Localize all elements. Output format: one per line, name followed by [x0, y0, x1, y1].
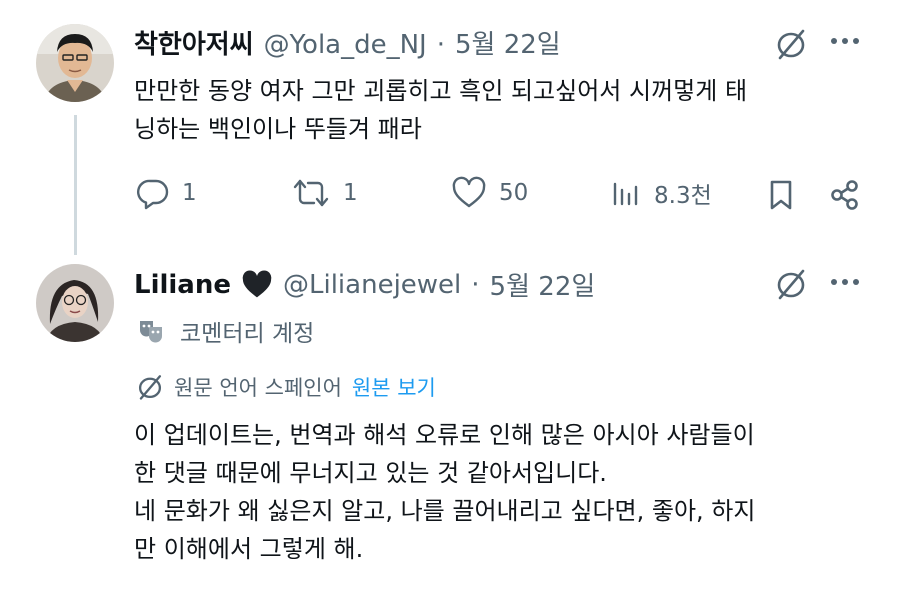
separator: · [436, 30, 445, 60]
tweet1-text-line1: 만만한 동양 여자 그만 괴롭히고 흑인 되고싶어서 시꺼멓게 태 [134, 77, 748, 105]
separator: · [471, 269, 480, 300]
avatar-yola[interactable] [36, 24, 114, 102]
avatar-liliane[interactable] [36, 264, 114, 342]
thread-connector-line [74, 115, 77, 255]
display-name[interactable]: 착한아저씨 [134, 24, 254, 61]
tweet-date[interactable]: 5월 22일 [490, 266, 596, 303]
tweet2-text-line4: 만 이해에서 그렇게 해. [134, 535, 364, 563]
more-icon[interactable] [830, 277, 860, 287]
display-name[interactable]: Liliane [134, 270, 231, 300]
reply-icon [137, 179, 169, 210]
no-translate-icon[interactable] [774, 27, 808, 61]
repost-icon [293, 179, 329, 207]
tweet1-header: 착한아저씨 @Yola_de_NJ · 5월 22일 [134, 24, 561, 61]
share-icon[interactable] [828, 178, 862, 212]
views-button[interactable]: 8.3천 [610, 176, 712, 210]
translation-note: 원문 언어 스페인어 원본 보기 [136, 372, 436, 402]
like-icon [452, 176, 486, 208]
avatar-man-icon [36, 24, 114, 102]
black-heart-icon [242, 269, 272, 297]
repost-button[interactable]: 1 [291, 176, 358, 210]
account-label-text: 코멘터리 계정 [180, 321, 315, 347]
views-icon [613, 182, 638, 206]
repost-count: 1 [343, 180, 358, 206]
tweet1-text: 만만한 동양 여자 그만 괴롭히고 흑인 되고싶어서 시꺼멓게 태 닝하는 백인… [134, 72, 874, 148]
tweet-date[interactable]: 5월 22일 [455, 24, 561, 61]
view-count: 8.3천 [654, 183, 712, 209]
account-label[interactable]: 코멘터리 계정 [136, 314, 314, 348]
tweet2-text-line1: 이 업데이트는, 번역과 해석 오류로 인해 많은 아시아 사람들이 [134, 421, 755, 449]
avatar-woman-icon [36, 264, 114, 342]
handle[interactable]: @Lilianejewel [283, 270, 461, 300]
reply-count: 1 [182, 180, 197, 206]
handle[interactable]: @Yola_de_NJ [264, 30, 427, 60]
translation-source: 원문 언어 스페인어 [174, 376, 342, 400]
tweet2-header: Liliane @Lilianejewel · 5월 22일 [134, 266, 595, 303]
tweet1-text-line2: 닝하는 백인이나 뚜들겨 패라 [134, 115, 422, 143]
tweet2-text: 이 업데이트는, 번역과 해석 오류로 인해 많은 아시아 사람들이 한 댓글 … [134, 416, 874, 568]
reply-button[interactable]: 1 [136, 176, 197, 210]
tweet2-text-line3: 네 문화가 왜 싫은지 알고, 나를 끌어내리고 싶다면, 좋아, 하지 [134, 497, 756, 525]
show-original-link[interactable]: 원본 보기 [352, 372, 436, 402]
bookmark-icon[interactable] [766, 178, 796, 212]
like-button[interactable]: 50 [451, 176, 528, 210]
more-icon[interactable] [830, 36, 860, 46]
no-translate-icon[interactable] [774, 267, 808, 301]
like-count: 50 [499, 180, 529, 206]
tweet2-text-line2: 한 댓글 때문에 무너지고 있는 것 같아서입니다. [134, 459, 607, 487]
no-translate-icon [138, 375, 162, 400]
theater-masks-icon [140, 321, 162, 343]
